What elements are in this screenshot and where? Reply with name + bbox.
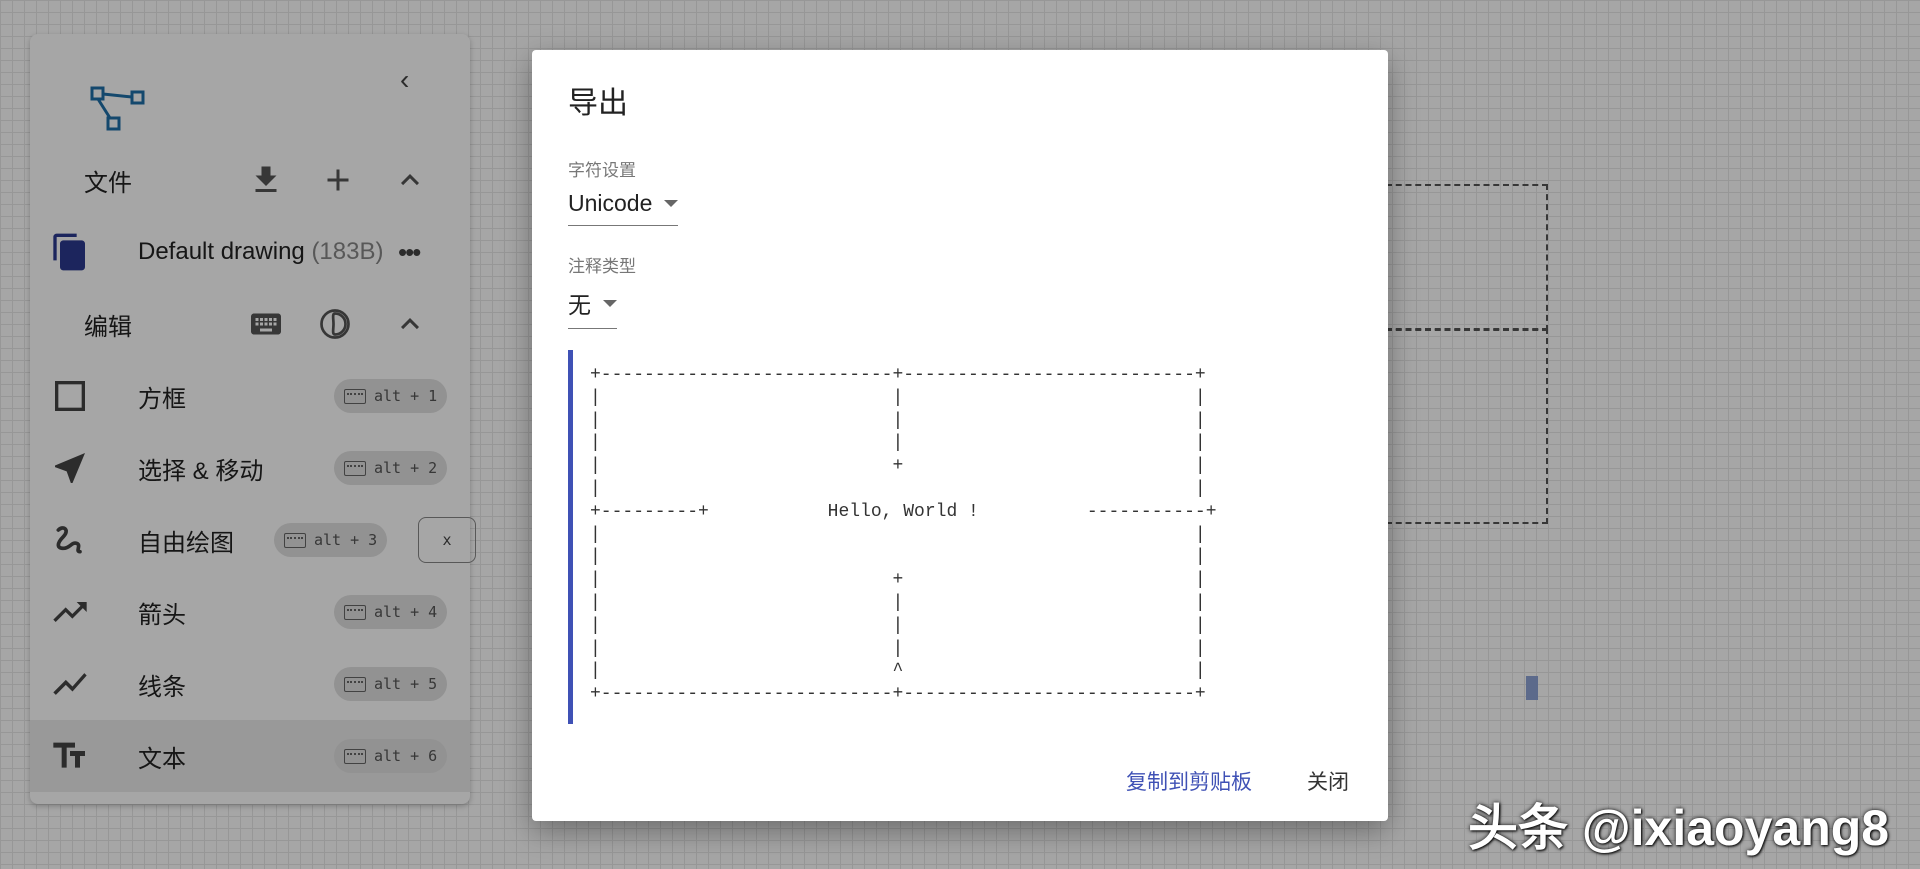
comment-type-select[interactable]: 无: [568, 286, 617, 329]
comment-type-label: 注释类型: [568, 257, 636, 276]
charset-value: Unicode: [568, 190, 653, 216]
dialog-title: 导出: [568, 87, 628, 120]
comment-type-value: 无: [568, 292, 591, 318]
chevron-down-icon: [603, 299, 617, 307]
chevron-down-icon: [664, 200, 679, 207]
copy-to-clipboard-button[interactable]: 复制到剪贴板: [1126, 766, 1252, 796]
close-button[interactable]: 关闭: [1307, 766, 1349, 796]
ascii-art-output: +---------------------------+-----------…: [590, 365, 1217, 705]
export-preview[interactable]: +---------------------------+-----------…: [568, 350, 1353, 724]
charset-select[interactable]: Unicode: [568, 190, 679, 226]
export-dialog: 导出 字符设置 Unicode 注释类型 无 +----------------…: [532, 50, 1388, 821]
charset-label: 字符设置: [568, 161, 636, 180]
watermark: 头条 @ixiaoyang8: [1468, 800, 1890, 856]
